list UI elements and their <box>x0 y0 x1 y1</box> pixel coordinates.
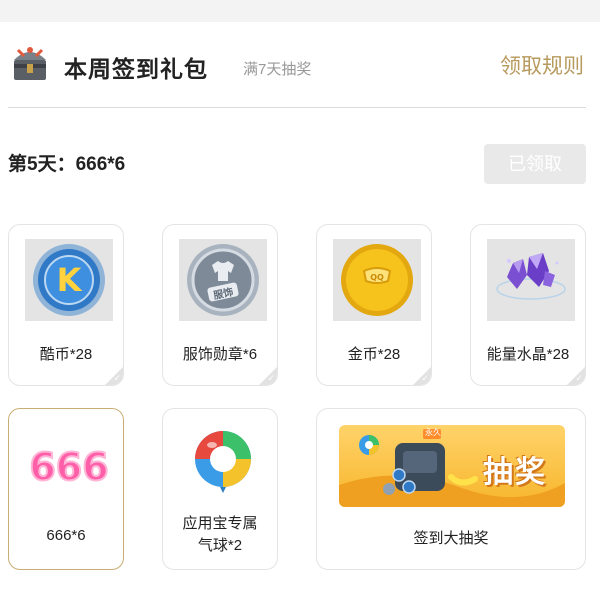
check-icon: ✓ <box>267 373 275 383</box>
reward-thumb <box>487 239 575 321</box>
reward-card-energy-crystal[interactable]: 能量水晶*28 ✓ <box>470 224 586 386</box>
treasure-chest-icon <box>14 47 46 80</box>
clothing-medal-icon: 服饰 <box>187 244 259 316</box>
gold-coin-icon: QQ <box>341 244 413 316</box>
header: 本周签到礼包 满7天抽奖 领取规则 <box>0 36 600 96</box>
reward-label: 能量水晶*28 <box>486 346 570 363</box>
reward-card-clothing-medal[interactable]: 服饰 服饰勋章*6 ✓ <box>162 224 278 386</box>
reward-label: 酷币*28 <box>39 346 93 363</box>
reward-card-666[interactable]: 666 666*6 <box>8 408 124 570</box>
check-icon: ✓ <box>575 373 583 383</box>
lottery-tag: 永久 <box>425 428 441 437</box>
check-icon: ✓ <box>421 373 429 383</box>
reward-label: 签到大抽奖 <box>413 530 489 547</box>
rules-link[interactable]: 领取规则 <box>500 50 584 80</box>
reward-label: 666*6 <box>46 527 86 544</box>
claimed-button[interactable]: 已领取 <box>484 144 586 184</box>
reward-thumb <box>179 423 267 505</box>
energy-crystal-icon <box>496 253 566 300</box>
reward-card-gold-coin[interactable]: QQ 金币*28 ✓ <box>316 224 432 386</box>
page-title: 本周签到礼包 <box>64 56 208 82</box>
page-subtitle: 满7天抽奖 <box>243 61 312 78</box>
reward-thumb: QQ <box>333 239 421 321</box>
check-icon: ✓ <box>113 373 121 383</box>
reward-label: 应用宝专属气球*2 <box>182 515 258 554</box>
top-strip <box>0 0 600 22</box>
svg-text:K: K <box>57 261 83 299</box>
lottery-banner: 永久 抽奖 <box>339 425 565 507</box>
svg-text:666: 666 <box>29 445 108 489</box>
lottery-banner-text: 抽奖 <box>483 456 547 489</box>
reward-card-lottery[interactable]: 永久 抽奖 签到大抽奖 <box>316 408 586 570</box>
666-icon: 666 <box>28 444 109 490</box>
reward-label: 金币*28 <box>347 346 401 363</box>
divider <box>8 107 586 108</box>
reward-thumb: 服饰 <box>179 239 267 321</box>
reward-card-k-coin[interactable]: K 酷币*28 ✓ <box>8 224 124 386</box>
k-coin-icon: K <box>33 244 105 316</box>
current-day-status: 第5天：666*6 <box>8 154 126 175</box>
reward-thumb: K <box>25 239 113 321</box>
balloon-icon <box>195 431 251 493</box>
reward-card-balloon[interactable]: 应用宝专属气球*2 <box>162 408 278 570</box>
reward-thumb: 666 <box>25 423 113 505</box>
svg-text:QQ: QQ <box>370 273 384 282</box>
reward-label: 服饰勋章*6 <box>182 346 258 363</box>
